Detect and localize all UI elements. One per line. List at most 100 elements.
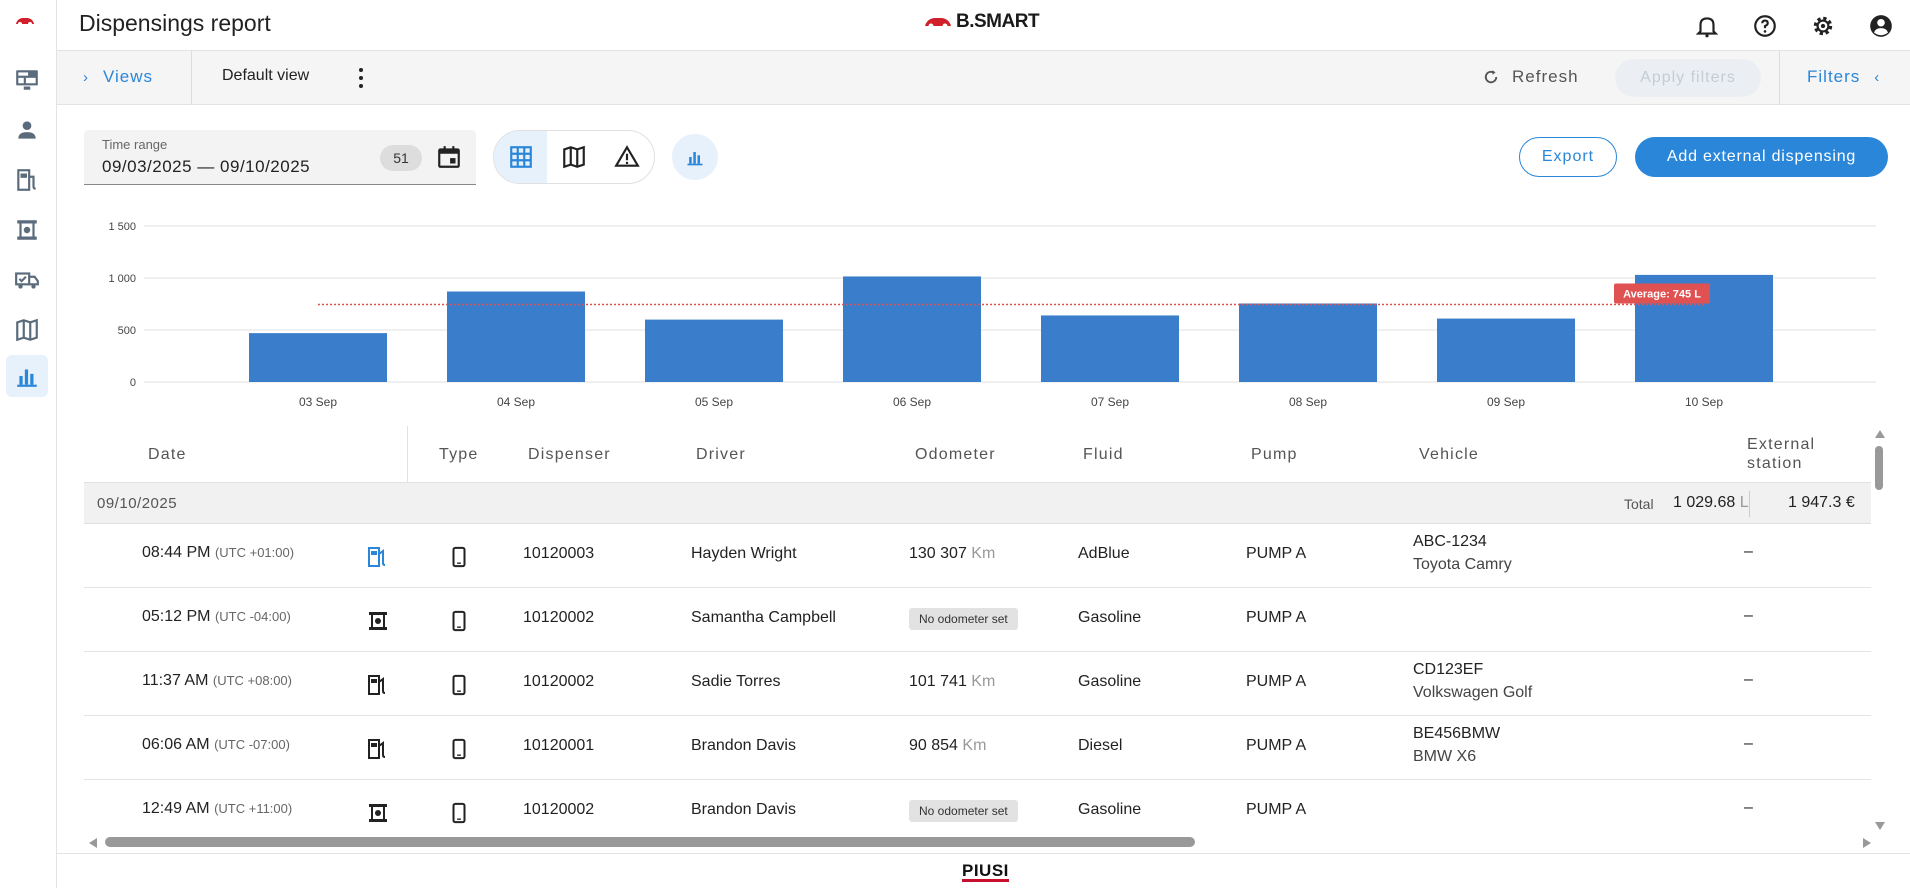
pump-name: PUMP A <box>1246 609 1307 626</box>
col-type[interactable]: Type <box>439 445 479 464</box>
help-button[interactable] <box>1736 0 1794 51</box>
fluid-name: Gasoline <box>1078 801 1142 818</box>
sidebar-item-users[interactable] <box>6 109 48 151</box>
chart-toggle-button[interactable] <box>672 134 718 180</box>
scroll-down-arrow[interactable] <box>1875 822 1885 830</box>
table-row[interactable]: 06:06 AM (UTC -07:00) 10120001 Brandon Dav… <box>84 716 1871 780</box>
chart-bar <box>249 333 387 382</box>
scroll-up-arrow[interactable] <box>1875 430 1885 438</box>
views-button[interactable]: › Views <box>83 67 153 87</box>
view-menu-button[interactable] <box>353 64 369 92</box>
sidebar-item-vehicles[interactable] <box>6 259 48 301</box>
scroll-thumb[interactable] <box>1875 446 1883 490</box>
vehicle-model: BMW X6 <box>1413 748 1477 765</box>
alerts-view-button[interactable] <box>600 131 653 183</box>
y-tick-label: 500 <box>118 325 136 337</box>
table-row[interactable]: 12:49 AM (UTC +11:00) 10120002 Brandon Dav… <box>84 780 1871 834</box>
pump-name: PUMP A <box>1246 545 1307 562</box>
warning-icon <box>613 145 640 167</box>
filters-button[interactable]: Filters ‹ <box>1807 67 1880 87</box>
calendar-icon[interactable] <box>436 144 462 170</box>
sidebar-item-reports[interactable] <box>6 355 48 397</box>
settings-button[interactable] <box>1794 0 1852 51</box>
dispenser-id: 10120001 <box>523 737 595 754</box>
col-date[interactable]: Date <box>148 445 187 464</box>
scroll-right-arrow[interactable] <box>1863 838 1871 848</box>
header-actions <box>1678 0 1910 51</box>
notifications-button[interactable] <box>1678 0 1736 51</box>
export-button[interactable]: Export <box>1519 137 1617 177</box>
dispenser-id: 10120002 <box>523 801 595 818</box>
default-view-label[interactable]: Default view <box>222 67 309 85</box>
col-vehicle[interactable]: Vehicle <box>1419 445 1479 464</box>
sidebar-item-dashboard[interactable] <box>6 59 48 101</box>
col-driver[interactable]: Driver <box>696 445 746 464</box>
refresh-button[interactable]: Refresh <box>1482 67 1579 87</box>
table-grid-icon <box>509 146 532 168</box>
refresh-label: Refresh <box>1512 67 1579 86</box>
col-external-station[interactable]: External station <box>1747 435 1847 473</box>
dispensings-table: Date Type Dispenser Driver Odometer Flui… <box>84 426 1871 834</box>
dispenser-id: 10120002 <box>523 609 595 626</box>
no-odometer-badge: No odometer set <box>909 608 1018 630</box>
brand-name: B.SMART <box>956 11 1040 32</box>
table-view-button[interactable] <box>494 131 547 183</box>
car-logo-icon[interactable] <box>14 14 36 28</box>
vertical-scrollbar[interactable] <box>1871 426 1887 834</box>
average-label: Average: 745 L <box>1623 289 1701 301</box>
dispensings-bar-chart: 0 500 1 000 1 500 03 Sep 04 Sep 05 Sep 06 Sep 07… <box>108 221 1876 409</box>
sidebar-item-map[interactable] <box>6 309 48 351</box>
y-tick-label: 0 <box>130 377 136 389</box>
dispenser-id: 10120003 <box>523 545 595 562</box>
vehicle-plate: ABC-1234 <box>1413 533 1487 550</box>
bell-icon <box>1695 16 1719 37</box>
account-button[interactable] <box>1852 0 1910 51</box>
fluid-name: AdBlue <box>1078 545 1130 562</box>
vehicle-plate: BE456BMW <box>1413 725 1501 742</box>
driver-name: Brandon Davis <box>691 737 796 754</box>
dispensing-time: 12:49 AM (UTC +11:00) <box>142 800 293 817</box>
dispensing-time: 05:12 PM (UTC -04:00) <box>142 608 291 625</box>
external-station-value: – <box>1744 799 1753 816</box>
odometer-value: 130 307 Km <box>909 545 996 562</box>
sidebar-item-stations[interactable] <box>6 159 48 201</box>
vehicle-model: Toyota Camry <box>1413 556 1512 573</box>
map-view-button[interactable] <box>547 131 600 183</box>
map-icon <box>562 145 585 169</box>
dispenser-icon <box>369 804 387 822</box>
table-row[interactable]: 05:12 PM (UTC -04:00) 10120002 Samantha Ca… <box>84 588 1871 652</box>
pump-name: PUMP A <box>1246 673 1307 690</box>
fuel-nozzle-blue-icon <box>368 547 386 567</box>
time-range-field[interactable]: Time range 09/03/2025 — 09/10/2025 51 <box>84 130 476 185</box>
mobile-phone-icon <box>452 802 466 824</box>
chart-bar <box>843 276 981 382</box>
horizontal-scrollbar[interactable] <box>84 834 1871 850</box>
group-total-euros: 1 947.3 € <box>1788 494 1855 511</box>
time-range-value: 09/03/2025 — 09/10/2025 <box>102 157 311 176</box>
table-row[interactable]: 11:37 AM (UTC +08:00) 10120002 Sadie Torre… <box>84 652 1871 716</box>
external-station-value: – <box>1744 607 1753 624</box>
y-tick-label: 1 000 <box>108 273 136 285</box>
odometer-value: 90 854 Km <box>909 737 987 754</box>
bar-chart-icon <box>687 152 703 166</box>
col-dispenser[interactable]: Dispenser <box>528 445 611 464</box>
scroll-left-arrow[interactable] <box>89 838 97 848</box>
col-fluid[interactable]: Fluid <box>1083 445 1124 464</box>
scroll-thumb[interactable] <box>105 837 1195 847</box>
sidebar-item-dispensers[interactable] <box>6 209 48 251</box>
col-odometer[interactable]: Odometer <box>915 445 996 464</box>
chevron-left-icon: ‹ <box>1874 68 1881 86</box>
x-tick-label: 06 Sep <box>893 395 931 409</box>
col-pump[interactable]: Pump <box>1251 445 1298 464</box>
vehicle-model: Volkswagen Golf <box>1413 684 1533 701</box>
apply-filters-button[interactable]: Apply filters <box>1615 59 1761 97</box>
add-external-dispensing-button[interactable]: Add external dispensing <box>1635 137 1888 177</box>
table-header: Date Type Dispenser Driver Odometer Flui… <box>84 426 1871 482</box>
table-row[interactable]: 08:44 PM (UTC +01:00) 10120003 Hayden Wrig… <box>84 524 1871 588</box>
mobile-phone-icon <box>452 738 466 760</box>
filters-label: Filters <box>1807 67 1861 86</box>
divider <box>1749 491 1750 517</box>
no-odometer-badge: No odometer set <box>909 800 1018 822</box>
toolbar: › Views Default view Refresh Apply filte… <box>57 51 1910 105</box>
dispenser-icon <box>17 220 37 240</box>
